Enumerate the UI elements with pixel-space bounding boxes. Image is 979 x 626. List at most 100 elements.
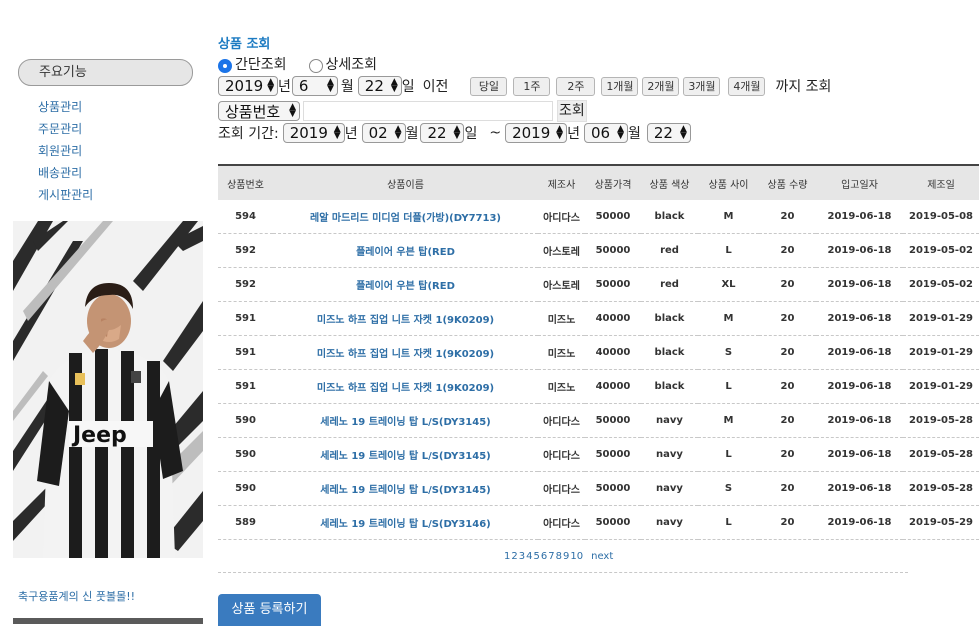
menu-item-members[interactable]: 회원관리 (38, 140, 93, 162)
header-maker[interactable]: 제조사 (538, 165, 585, 200)
product-name-link[interactable]: 미즈노 하프 집업 니트 자켓 1(9K0209) (317, 315, 494, 326)
header-size[interactable]: 상품 사이 (698, 165, 759, 200)
header-color[interactable]: 상품 색상 (641, 165, 698, 200)
month-select[interactable]: 6 ▲ ▼ (291, 76, 338, 96)
period-from-month-select[interactable]: 02 ▲ ▼ (361, 123, 406, 143)
cell-made-date: 2019-01-29 (903, 335, 979, 370)
menu-link[interactable]: 회원관리 (38, 144, 82, 158)
header-product-name[interactable]: 상품이름 (273, 165, 538, 200)
product-name-link[interactable]: 세레노 19 트레이닝 탑 L/S(DY3146) (320, 519, 490, 530)
period-to-month-select[interactable]: 06 ▲ ▼ (583, 123, 628, 143)
four-month-button[interactable]: 4개월 (728, 76, 766, 96)
cell-product-name: 세레노 19 트레이닝 탑 L/S(DY3145) (273, 437, 538, 472)
cell-qty: 20 (759, 437, 816, 472)
period-to-year-select[interactable]: 2019 ▲ ▼ (505, 123, 568, 143)
product-name-link[interactable]: 미즈노 하프 집업 니트 자켓 1(9K0209) (317, 349, 494, 360)
header-product-no[interactable]: 상품번호 (218, 165, 273, 200)
day-unit: 일 (401, 79, 415, 95)
year-unit: 년 (278, 79, 291, 95)
page-link[interactable]: 8 (556, 551, 562, 562)
cell-size: L (698, 233, 759, 268)
header-stock-date[interactable]: 입고일자 (816, 165, 903, 200)
cell-price: 50000 (585, 471, 641, 506)
cell-maker: 아스토레 (538, 267, 585, 302)
field-select[interactable]: 상품번호 ▲ ▼ (218, 101, 300, 121)
cell-qty: 20 (759, 471, 816, 506)
header-made-date[interactable]: 제조일 (903, 165, 979, 200)
product-name-link[interactable]: 세레노 19 트레이닝 탑 L/S(DY3145) (320, 485, 490, 496)
today-button[interactable]: 당일 (470, 76, 508, 96)
one-month-button[interactable]: 1개월 (601, 76, 639, 96)
search-mode-row: 간단조회 상세조회 (218, 54, 377, 74)
period-from-day-select[interactable]: 22 ▲ ▼ (420, 123, 465, 143)
product-name-link[interactable]: 미즈노 하프 집업 니트 자켓 1(9K0209) (317, 383, 494, 394)
period-to-day-select[interactable]: 22 ▲ ▼ (646, 123, 691, 143)
cell-color: navy (641, 403, 698, 438)
menu-item-board[interactable]: 게시판관리 (38, 184, 93, 206)
product-name-link[interactable]: 플레이어 우븐 탑(RED (356, 281, 455, 292)
two-month-button[interactable]: 2개월 (642, 76, 680, 96)
header-qty[interactable]: 상품 수량 (759, 165, 816, 200)
cell-product-no: 591 (218, 301, 273, 336)
cell-maker: 미즈노 (538, 301, 585, 336)
chevron-updown-icon: ▲ ▼ (333, 124, 341, 141)
menu-link[interactable]: 주문관리 (38, 122, 82, 136)
page-link[interactable]: 7 (548, 551, 554, 562)
radio-simple[interactable] (218, 59, 232, 73)
product-name-link[interactable]: 세레노 19 트레이닝 탑 L/S(DY3145) (320, 451, 490, 462)
cell-price: 50000 (585, 233, 641, 268)
cell-maker: 아디다스 (538, 403, 585, 438)
three-month-button[interactable]: 3개월 (683, 76, 721, 96)
menu-link[interactable]: 게시판관리 (38, 188, 93, 202)
register-product-button[interactable]: 상품 등록하기 (218, 594, 321, 626)
before-label: 이전 (422, 79, 449, 95)
cell-color: red (641, 233, 698, 268)
menu-item-delivery[interactable]: 배송관리 (38, 162, 93, 184)
cell-stock-date: 2019-06-18 (816, 335, 903, 370)
two-week-button[interactable]: 2주 (556, 76, 596, 96)
menu-item-products[interactable]: 상품관리 (38, 96, 93, 118)
search-button[interactable]: 조회 (557, 100, 587, 122)
radio-simple-label: 간단조회 (235, 57, 287, 73)
product-name-link[interactable]: 플레이어 우븐 탑(RED (356, 247, 455, 258)
page-link[interactable]: 4 (526, 551, 532, 562)
product-name-link[interactable]: 세레노 19 트레이닝 탑 L/S(DY3145) (320, 417, 490, 428)
menu-item-orders[interactable]: 주문관리 (38, 118, 93, 140)
cell-price: 50000 (585, 403, 641, 438)
cell-size: XL (698, 267, 759, 302)
cell-price: 50000 (585, 200, 641, 234)
cell-product-no: 589 (218, 505, 273, 540)
cell-stock-date: 2019-06-18 (816, 301, 903, 336)
year-select[interactable]: 2019 ▲ ▼ (218, 76, 278, 96)
period-from-year-select[interactable]: 2019 ▲ ▼ (282, 123, 345, 143)
chevron-updown-icon: ▲ ▼ (390, 77, 398, 94)
cell-maker: 아디다스 (538, 505, 585, 540)
product-name-link[interactable]: 레알 마드리드 미디엄 더플(가방)(DY7713) (310, 213, 501, 224)
menu-list: 상품관리 주문관리 회원관리 배송관리 게시판관리 (38, 96, 93, 206)
page-link[interactable]: 6 (541, 551, 547, 562)
cell-price: 40000 (585, 369, 641, 404)
next-page-link[interactable]: next (591, 551, 613, 562)
table-row: 590 세레노 19 트레이닝 탑 L/S(DY3145) 아디다스 50000 nav… (218, 437, 979, 472)
menu-link[interactable]: 배송관리 (38, 166, 82, 180)
cell-size: M (698, 403, 759, 438)
cell-price: 40000 (585, 335, 641, 370)
month-unit: 월 (405, 126, 419, 142)
keyword-input[interactable] (303, 101, 553, 121)
sidebar-banner-image (13, 618, 203, 624)
menu-link[interactable]: 상품관리 (38, 100, 82, 114)
date-row: 2019 ▲ ▼ 년 6 ▲ ▼ 월 22 ▲ ▼ 일 이전 당일 1주 2주 1개월 2개… (218, 74, 831, 98)
page-link[interactable]: 10 (570, 551, 583, 562)
page-link[interactable]: 2 (511, 551, 517, 562)
chevron-updown-icon: ▲ ▼ (679, 124, 687, 141)
page-link[interactable]: 1 (504, 551, 510, 562)
radio-detail[interactable] (308, 59, 323, 73)
cell-product-name: 세레노 19 트레이닝 탑 L/S(DY3146) (273, 505, 538, 540)
cell-qty: 20 (759, 267, 816, 302)
header-price[interactable]: 상품가격 (585, 165, 641, 200)
day-select[interactable]: 22 ▲ ▼ (357, 76, 402, 96)
page-link[interactable]: 3 (519, 551, 525, 562)
page-link[interactable]: 5 (534, 551, 540, 562)
one-week-button[interactable]: 1주 (513, 76, 551, 96)
page-link[interactable]: 9 (563, 551, 569, 562)
